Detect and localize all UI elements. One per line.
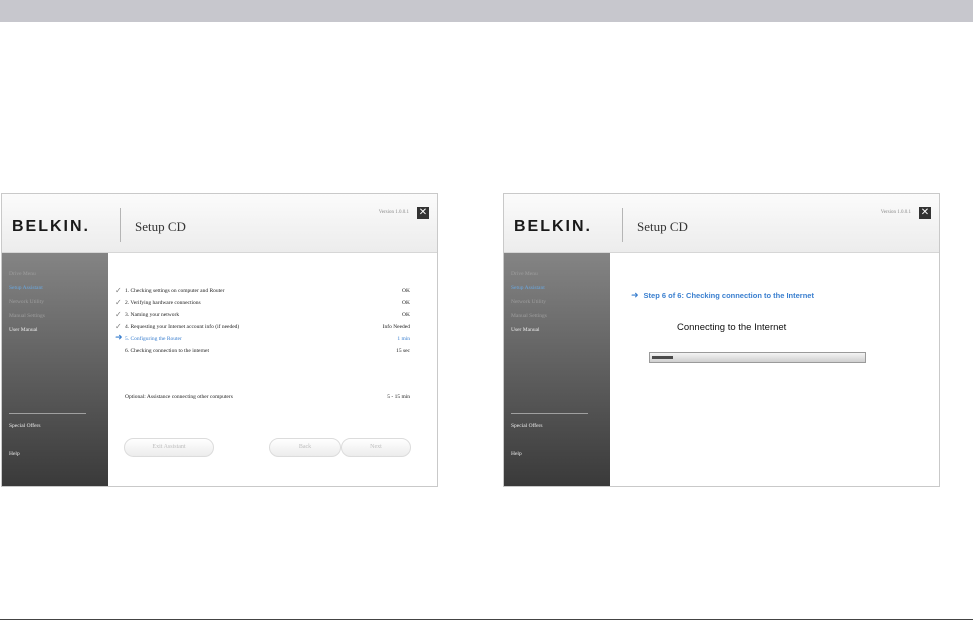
sidebar-item-manual-settings[interactable]: Manual Settings — [511, 313, 547, 319]
header-divider — [120, 208, 121, 242]
next-button[interactable]: Next — [341, 438, 411, 457]
sidebar-item-help[interactable]: Help — [9, 451, 20, 457]
optional-step-status: 5 - 15 min — [387, 394, 410, 400]
step-label: 6. Checking connection to the internet — [125, 348, 210, 354]
sidebar-item-special-offers[interactable]: Special Offers — [511, 423, 543, 429]
sidebar-item-manual-settings[interactable]: Manual Settings — [9, 313, 45, 319]
sidebar-item-drive-menu[interactable]: Drive Menu — [511, 271, 538, 277]
step-status: OK — [402, 288, 410, 294]
step-row-current: ➜ 5. Configuring the Router 1 min — [115, 333, 410, 346]
sidebar-item-special-offers[interactable]: Special Offers — [9, 423, 41, 429]
step-label: 5. Configuring the Router — [125, 336, 182, 342]
sidebar: Drive Menu Setup Assistant Network Utili… — [2, 253, 108, 486]
version-label: Version 1.0.0.1 — [378, 210, 409, 215]
close-icon[interactable]: ✕ — [919, 207, 931, 219]
sidebar-item-setup-assistant[interactable]: Setup Assistant — [511, 285, 545, 291]
step-status: 15 sec — [396, 348, 410, 354]
sidebar-item-user-manual[interactable]: User Manual — [511, 327, 540, 333]
step-label: 1. Checking settings on computer and Rou… — [125, 288, 225, 294]
progress-fill — [652, 356, 673, 359]
step-row: ✓ 1. Checking settings on computer and R… — [115, 286, 410, 298]
step-row: ✓ 2. Verifying hardware connections OK — [115, 298, 410, 310]
window-header: BELKIN. Setup CD Version 1.0.0.1 ✕ — [504, 194, 939, 253]
step-row: ✓ 4. Requesting your Internet account in… — [115, 322, 410, 334]
page-footer-rule — [0, 619, 973, 620]
optional-step-row: Optional: Assistance connecting other co… — [125, 394, 410, 400]
sidebar-item-network-utility[interactable]: Network Utility — [511, 299, 546, 305]
step-row: 6. Checking connection to the internet 1… — [115, 348, 410, 358]
step-row: ✓ 3. Naming your network OK — [115, 310, 410, 322]
step-status: 1 min — [397, 336, 410, 342]
sidebar-item-help[interactable]: Help — [511, 451, 522, 457]
belkin-logo: BELKIN. — [12, 218, 90, 235]
checkmark-icon: ✓ — [115, 286, 122, 295]
sidebar-item-setup-assistant[interactable]: Setup Assistant — [9, 285, 43, 291]
close-icon[interactable]: ✕ — [417, 207, 429, 219]
progress-bar — [649, 352, 866, 363]
step-heading-text: Step 6 of 6: Checking connection to the … — [643, 291, 814, 300]
arrow-right-icon: ➜ — [631, 291, 639, 301]
belkin-logo: BELKIN. — [514, 218, 592, 235]
back-button[interactable]: Back — [269, 438, 341, 457]
window-title: Setup CD — [135, 219, 186, 234]
step-label: 3. Naming your network — [125, 312, 180, 318]
checkmark-icon: ✓ — [115, 310, 122, 319]
window-title: Setup CD — [637, 219, 688, 234]
step-status: OK — [402, 312, 410, 318]
sidebar-item-network-utility[interactable]: Network Utility — [9, 299, 44, 305]
sidebar-divider — [9, 413, 86, 414]
setup-window-right: BELKIN. Setup CD Version 1.0.0.1 ✕ Drive… — [503, 193, 940, 487]
setup-window-left: BELKIN. Setup CD Version 1.0.0.1 ✕ Drive… — [1, 193, 438, 487]
sidebar-divider — [511, 413, 588, 414]
step-label: 2. Verifying hardware connections — [125, 300, 201, 306]
exit-assistant-button[interactable]: Exit Assistant — [124, 438, 214, 457]
checkmark-icon: ✓ — [115, 298, 122, 307]
step-heading: ➜ Step 6 of 6: Checking connection to the… — [631, 291, 814, 301]
sidebar-item-user-manual[interactable]: User Manual — [9, 327, 38, 333]
checkmark-icon: ✓ — [115, 322, 122, 331]
sidebar: Drive Menu Setup Assistant Network Utili… — [504, 253, 610, 486]
page-header-bar — [0, 0, 973, 22]
window-header: BELKIN. Setup CD Version 1.0.0.1 ✕ — [2, 194, 437, 253]
version-label: Version 1.0.0.1 — [880, 210, 911, 215]
header-divider — [622, 208, 623, 242]
optional-step-label: Optional: Assistance connecting other co… — [125, 394, 233, 400]
step-label: 4. Requesting your Internet account info… — [125, 324, 240, 330]
connecting-label: Connecting to the Internet — [677, 322, 787, 333]
step-status: OK — [402, 300, 410, 306]
step-status: Info Needed — [382, 324, 410, 330]
sidebar-item-drive-menu[interactable]: Drive Menu — [9, 271, 36, 277]
arrow-right-icon: ➜ — [115, 333, 123, 343]
